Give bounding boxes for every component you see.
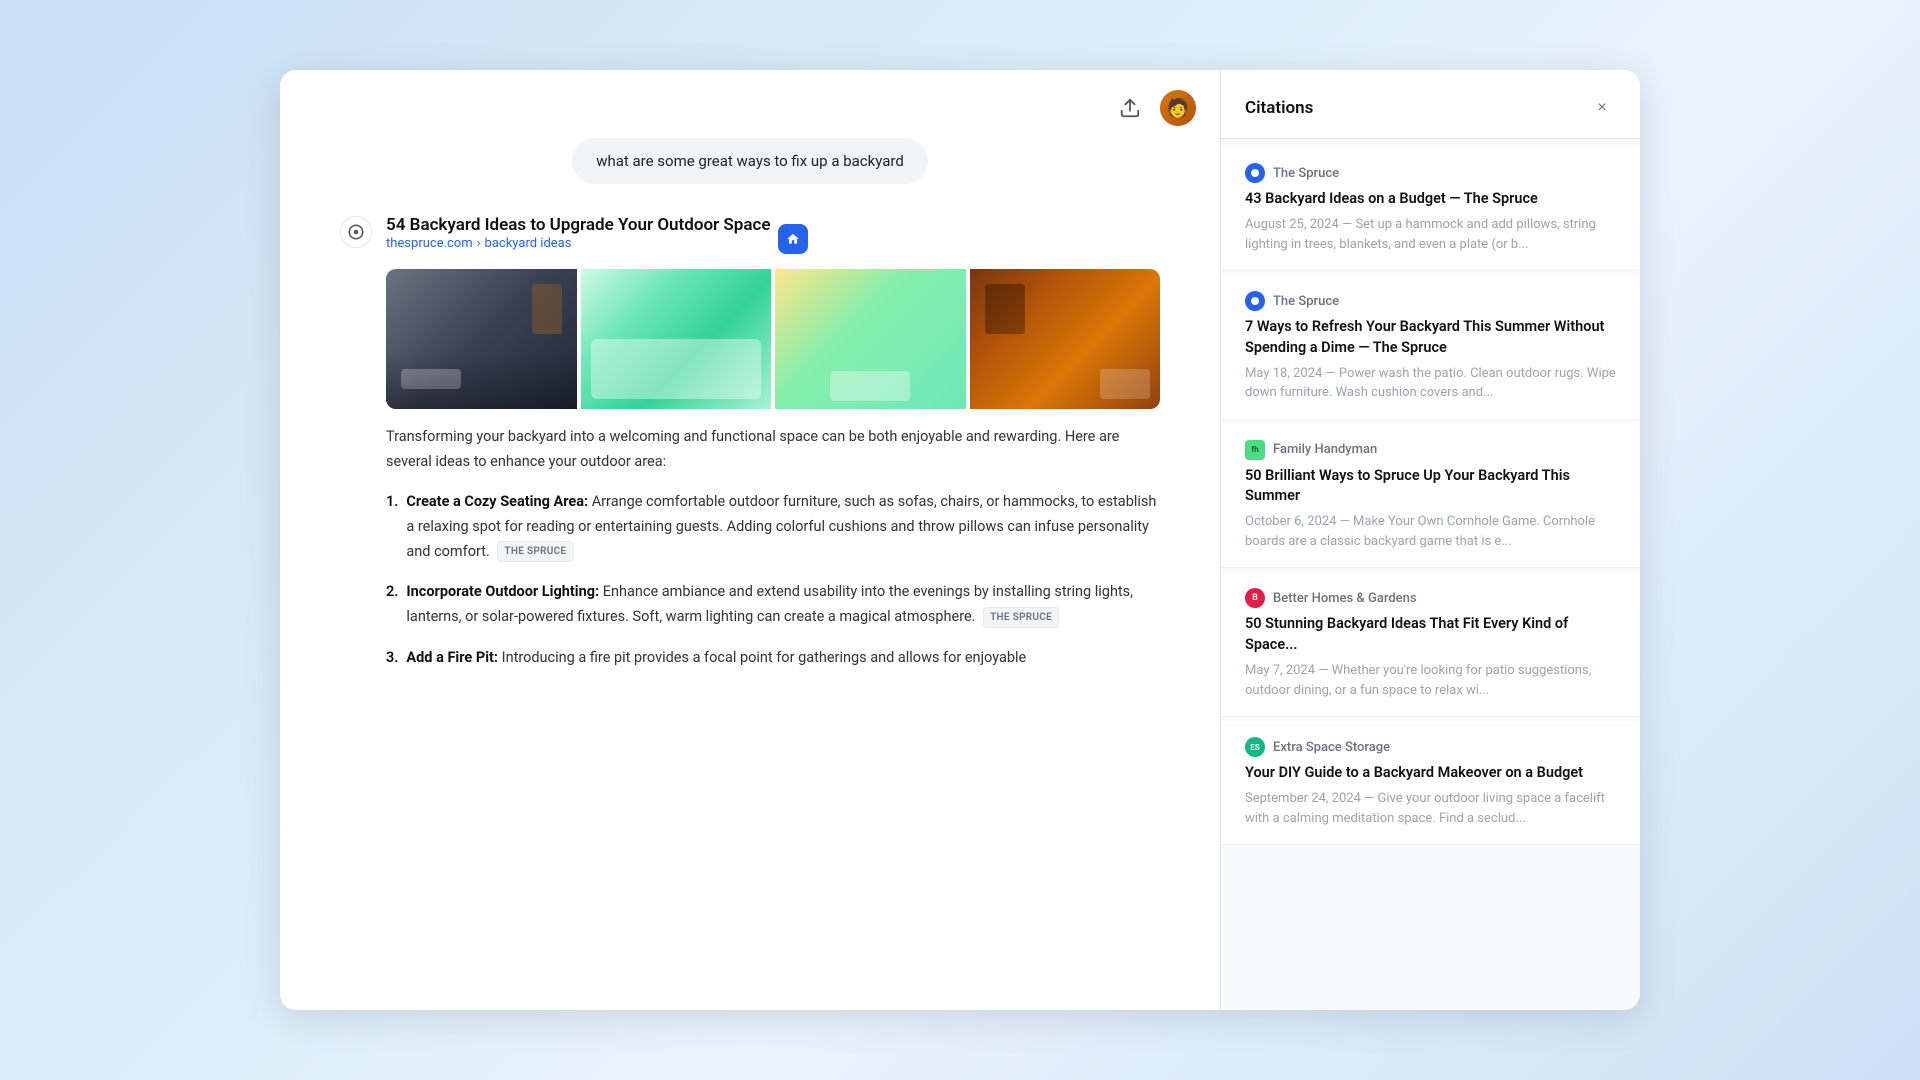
avatar[interactable]: 🧑 — [1160, 90, 1196, 126]
citation-source-name-5: Extra Space Storage — [1273, 740, 1390, 755]
source-url-path: backyard ideas — [485, 236, 572, 251]
list-num-2: 2. — [386, 580, 398, 629]
backyard-image-2 — [581, 269, 772, 409]
source-url-separator: › — [477, 236, 481, 251]
citation-item[interactable]: The Spruce 7 Ways to Refresh Your Backya… — [1221, 275, 1640, 420]
source-header: 54 Backyard Ideas to Upgrade Your Outdoo… — [386, 214, 1160, 263]
user-message-bubble: what are some great ways to fix up a bac… — [572, 138, 928, 184]
citation-item[interactable]: B Better Homes & Gardens 50 Stunning Bac… — [1221, 572, 1640, 717]
citation-snippet-3: October 6, 2024 — Make Your Own Cornhole… — [1245, 512, 1616, 551]
source-icon-bhg: B — [1245, 588, 1265, 608]
citation-snippet-1: August 25, 2024 — Set up a hammock and a… — [1245, 215, 1616, 254]
list-item: 1. Create a Cozy Seating Area: Arrange c… — [386, 490, 1160, 564]
source-url[interactable]: thespruce.com › backyard ideas — [386, 236, 770, 251]
citation-headline-3: 50 Brilliant Ways to Spruce Up Your Back… — [1245, 466, 1616, 507]
citation-source-row: The Spruce — [1245, 163, 1616, 183]
citations-header: Citations × — [1221, 70, 1640, 139]
citation-headline-5: Your DIY Guide to a Backyard Makeover on… — [1245, 763, 1616, 783]
citations-title: Citations — [1245, 98, 1313, 118]
user-message-text: what are some great ways to fix up a bac… — [596, 152, 904, 170]
numbered-list: 1. Create a Cozy Seating Area: Arrange c… — [386, 490, 1160, 670]
list-num-1: 1. — [386, 490, 398, 564]
list-item-2-text: Incorporate Outdoor Lighting: Enhance am… — [406, 580, 1160, 629]
citation-snippet-2: May 18, 2024 — Power wash the patio. Cle… — [1245, 364, 1616, 403]
citation-source-name-3: Family Handyman — [1273, 442, 1377, 457]
citation-item[interactable]: fh Family Handyman 50 Brilliant Ways to … — [1221, 424, 1640, 569]
citation-source-row: fh Family Handyman — [1245, 440, 1616, 460]
source-icon-spruce-2 — [1245, 291, 1265, 311]
response-content: 54 Backyard Ideas to Upgrade Your Outdoo… — [386, 214, 1160, 670]
citation-source-name-1: The Spruce — [1273, 166, 1339, 181]
citation-headline-1: 43 Backyard Ideas on a Budget — The Spru… — [1245, 189, 1616, 209]
source-icon-fh: fh — [1245, 440, 1265, 460]
citation-badge-1[interactable]: THE SPRUCE — [497, 541, 573, 562]
citation-item[interactable]: ES Extra Space Storage Your DIY Guide to… — [1221, 721, 1640, 845]
list-item-2-bold: Incorporate Outdoor Lighting: — [406, 583, 599, 600]
citation-badge-2[interactable]: THE SPRUCE — [983, 607, 1059, 628]
chat-area: what are some great ways to fix up a bac… — [280, 138, 1220, 670]
citation-headline-2: 7 Ways to Refresh Your Backyard This Sum… — [1245, 317, 1616, 358]
backyard-image-3 — [775, 269, 966, 409]
main-container: 🧑 what are some great ways to fix up a b… — [280, 70, 1640, 1010]
citations-panel: Citations × The Spruce 43 Backyard Ideas… — [1220, 70, 1640, 1010]
top-bar: 🧑 — [280, 70, 1220, 138]
list-item-1-bold: Create a Cozy Seating Area: — [406, 493, 588, 510]
list-item-3-text: Add a Fire Pit: Introducing a fire pit p… — [406, 646, 1026, 671]
list-item: 2. Incorporate Outdoor Lighting: Enhance… — [386, 580, 1160, 629]
response-block: 54 Backyard Ideas to Upgrade Your Outdoo… — [340, 214, 1160, 670]
list-num-3: 3. — [386, 646, 398, 671]
citation-snippet-4: May 7, 2024 — Whether you're looking for… — [1245, 661, 1616, 700]
left-panel: 🧑 what are some great ways to fix up a b… — [280, 70, 1220, 1010]
citation-source-row: B Better Homes & Gardens — [1245, 588, 1616, 608]
citation-snippet-5: September 24, 2024 — Give your outdoor l… — [1245, 789, 1616, 828]
response-body-text: Transforming your backyard into a welcom… — [386, 425, 1160, 474]
list-item-1-text: Create a Cozy Seating Area: Arrange comf… — [406, 490, 1160, 564]
close-citations-button[interactable]: × — [1588, 94, 1616, 122]
backyard-image-1 — [386, 269, 577, 409]
image-grid — [386, 269, 1160, 409]
chatgpt-icon — [340, 216, 372, 248]
backyard-image-4 — [970, 269, 1161, 409]
citation-source-name-2: The Spruce — [1273, 294, 1339, 309]
source-title: 54 Backyard Ideas to Upgrade Your Outdoo… — [386, 214, 770, 236]
source-icon-ess: ES — [1245, 737, 1265, 757]
source-icon-spruce-1 — [1245, 163, 1265, 183]
citation-item[interactable]: The Spruce 43 Backyard Ideas on a Budget… — [1221, 147, 1640, 271]
citations-list: The Spruce 43 Backyard Ideas on a Budget… — [1221, 139, 1640, 1010]
avatar-image: 🧑 — [1160, 90, 1196, 126]
citation-source-row: The Spruce — [1245, 291, 1616, 311]
citation-headline-4: 50 Stunning Backyard Ideas That Fit Ever… — [1245, 614, 1616, 655]
citation-source-row: ES Extra Space Storage — [1245, 737, 1616, 757]
list-item-3-content: Introducing a fire pit provides a focal … — [502, 649, 1027, 666]
list-item: 3. Add a Fire Pit: Introducing a fire pi… — [386, 646, 1160, 671]
home-icon-button[interactable] — [778, 224, 808, 254]
upload-button[interactable] — [1112, 90, 1148, 126]
citation-source-name-4: Better Homes & Gardens — [1273, 591, 1417, 606]
source-url-text: thespruce.com — [386, 236, 473, 251]
list-item-3-bold: Add a Fire Pit: — [406, 649, 498, 666]
